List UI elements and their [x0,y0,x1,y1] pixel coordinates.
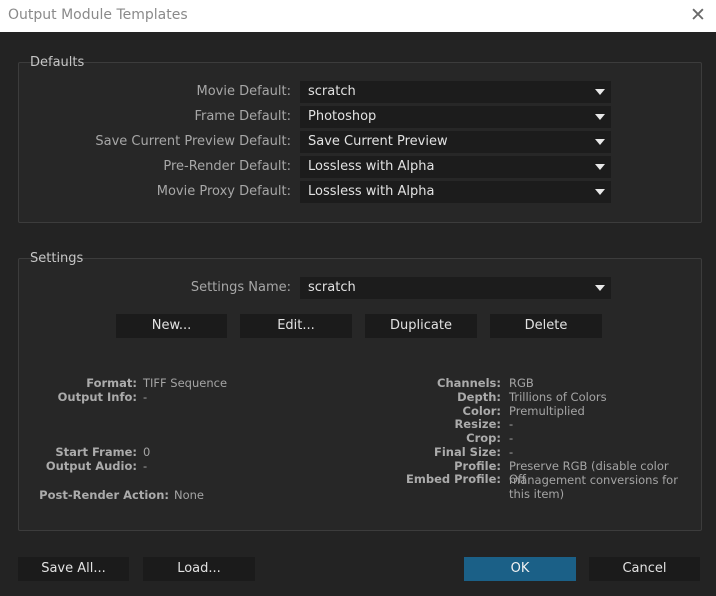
output-info-value: - [143,390,148,404]
depth-label: Depth: [457,390,501,404]
profile-value-line1: Preserve RGB (disable color [509,459,669,473]
channels-label: Channels: [437,376,501,390]
chevron-down-icon [595,89,605,95]
close-icon[interactable]: ✕ [686,3,710,27]
start-frame-label: Start Frame: [55,445,137,459]
settings-name-value: scratch [308,280,356,295]
output-audio-label: Output Audio: [45,459,137,473]
delete-button[interactable]: Delete [490,314,602,338]
post-render-label: Post-Render Action: [39,488,169,502]
save-preview-default-label: Save Current Preview Default: [95,134,291,149]
save-all-button[interactable]: Save All... [18,557,129,581]
chevron-down-icon [595,164,605,170]
settings-name-dropdown[interactable]: scratch [300,277,611,299]
cancel-button[interactable]: Cancel [589,557,700,581]
embed-profile-label: Embed Profile: [406,472,501,486]
duplicate-button[interactable]: Duplicate [365,314,477,338]
defaults-group-label: Defaults [30,55,85,70]
final-size-value: - [509,445,514,459]
post-render-value: None [174,488,205,502]
resize-value: - [509,417,514,431]
frame-default-value: Photoshop [308,109,377,124]
movie-default-dropdown[interactable]: scratch [300,81,611,103]
chevron-down-icon [595,285,605,291]
pre-render-default-dropdown[interactable]: Lossless with Alpha [300,156,611,178]
frame-default-label: Frame Default: [194,109,291,124]
movie-default-label: Movie Default: [196,84,292,99]
title-bar: Output Module Templates ✕ [0,0,716,32]
load-button[interactable]: Load... [143,557,255,581]
post-render-label-wrap: Post-Render Action: [0,488,169,503]
ok-button[interactable]: OK [464,557,576,581]
pre-render-default-value: Lossless with Alpha [308,159,435,174]
final-size-label: Final Size: [433,445,501,459]
depth-value: Trillions of Colors [509,390,607,404]
profile-value-line2: management conversions for [509,473,678,487]
info-left-values: TIFF Sequence - 0 - [143,376,323,477]
info-right-labels: Channels: Depth: Color: Resize: Crop: Fi… [400,376,501,497]
settings-group-label: Settings [30,251,84,266]
frame-default-dropdown[interactable]: Photoshop [300,106,611,128]
pre-render-default-label: Pre-Render Default: [163,159,291,174]
crop-label: Crop: [466,431,501,445]
save-preview-default-value: Save Current Preview [308,134,448,149]
chevron-down-icon [595,114,605,120]
resize-label: Resize: [454,417,501,431]
save-preview-default-dropdown[interactable]: Save Current Preview [300,131,611,153]
chevron-down-icon [595,189,605,195]
new-button[interactable]: New... [116,314,227,338]
movie-proxy-default-label: Movie Proxy Default: [156,184,291,199]
format-label: Format: [86,376,137,390]
start-frame-value: 0 [143,445,151,459]
output-info-label: Output Info: [57,390,137,404]
movie-proxy-default-value: Lossless with Alpha [308,184,435,199]
window-title: Output Module Templates [8,7,188,23]
crop-value: - [509,431,514,445]
chevron-down-icon [595,139,605,145]
post-render-value-wrap: None [174,488,254,503]
channels-value: RGB [509,376,534,390]
settings-name-label: Settings Name: [190,280,291,295]
info-right-values: RGB Trillions of Colors Premultiplied - … [509,376,699,507]
color-value: Premultiplied [509,404,585,418]
edit-button[interactable]: Edit... [240,314,352,338]
profile-value-line3: this item) [509,487,565,501]
format-value: TIFF Sequence [143,376,228,390]
movie-default-value: scratch [308,84,356,99]
movie-proxy-default-dropdown[interactable]: Lossless with Alpha [300,181,611,203]
output-audio-value: - [143,459,148,473]
